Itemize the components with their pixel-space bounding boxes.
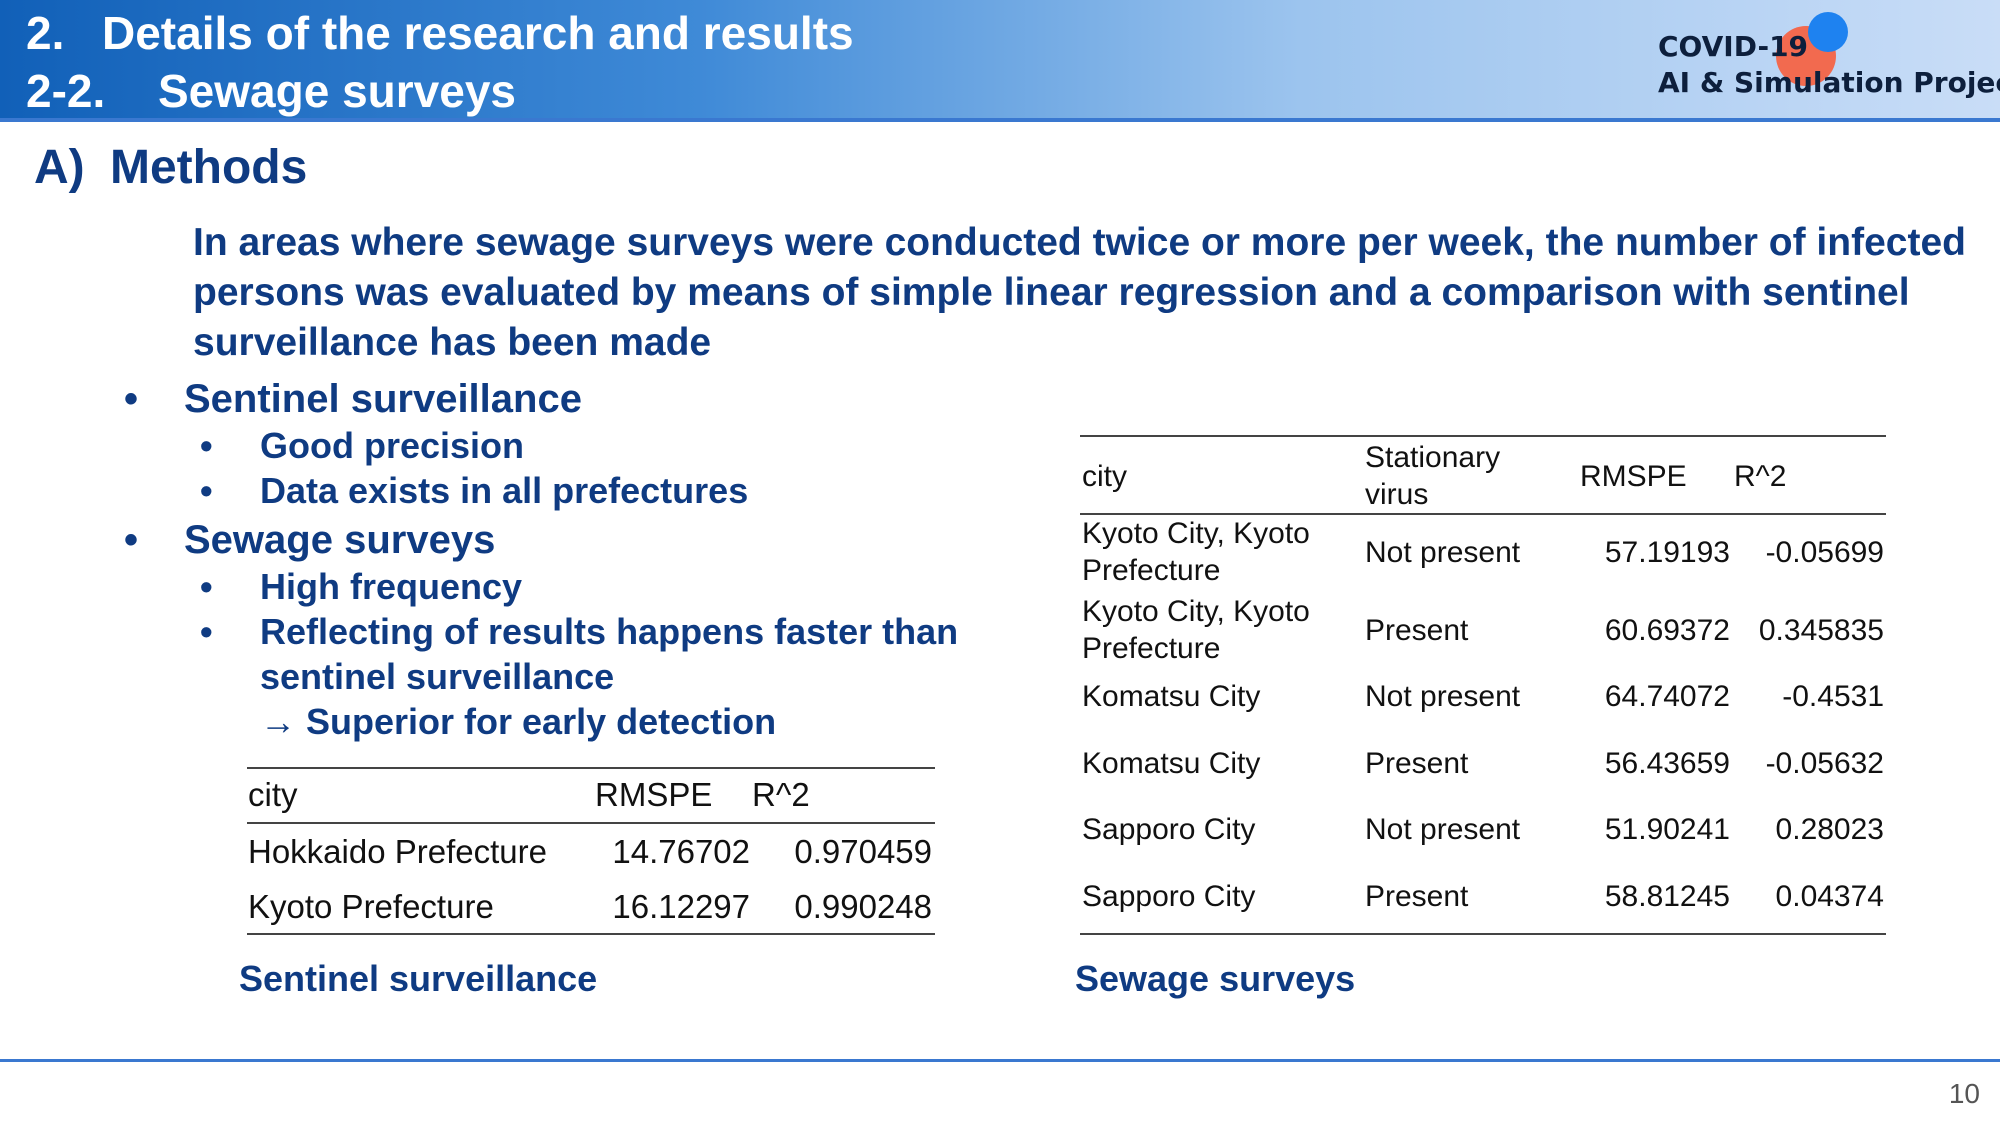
table-header-rmspe: RMSPE — [1580, 460, 1687, 493]
table-cell-r2: 0.970459 — [794, 833, 932, 870]
table-cell-city-line-2: Prefecture — [1082, 554, 1221, 587]
logo-blue-circle-icon — [1808, 12, 1848, 52]
table-header-stationary: Stationary — [1365, 441, 1501, 474]
bullet-dot: • — [200, 566, 213, 607]
bullet-text: High frequency — [260, 566, 523, 607]
intro-paragraph: In areas where sewage surveys were condu… — [193, 221, 1966, 364]
section-title: A) Methods — [34, 140, 307, 195]
table-header-city: city — [1082, 460, 1127, 493]
table-cell-rmspe: 60.69372 — [1604, 614, 1730, 647]
section-name: Methods — [110, 141, 308, 194]
bullet-text: → Superior for early detection — [260, 701, 777, 742]
table-top-rule — [1080, 435, 1886, 437]
table-cell-r2: 0.04374 — [1775, 880, 1884, 913]
bullet-text: Data exists in all prefectures — [260, 470, 749, 511]
table-cell-rmspe: 56.43659 — [1604, 747, 1730, 780]
bullet-dot: • — [200, 425, 213, 466]
table-cell-r2: 0.345835 — [1758, 614, 1884, 647]
bullet-dot: • — [124, 377, 139, 421]
table-header-city: city — [248, 776, 298, 813]
table-cell-r2: -0.4531 — [1782, 680, 1884, 713]
table-cell-rmspe: 14.76702 — [612, 833, 750, 870]
table-header-rmspe: RMSPE — [595, 776, 713, 813]
table-cell-r2: -0.05699 — [1765, 536, 1884, 569]
table-top-rule — [247, 767, 935, 769]
table-cell-city: Komatsu City — [1082, 680, 1261, 713]
table-header-r2: R^2 — [1734, 460, 1787, 493]
table-cell-city: Sapporo City — [1082, 813, 1256, 846]
bullet-dot: • — [124, 518, 139, 562]
logo-text-line-2: AI & Simulation Project — [1658, 66, 2000, 99]
header-title-line-2: 2-2. Sewage surveys — [26, 68, 516, 114]
footer-divider — [0, 1059, 2000, 1062]
bullet-text: Reflecting of results happens faster tha… — [260, 611, 959, 652]
table-bottom-rule — [1080, 933, 1886, 935]
page-number: 10 — [1948, 1078, 1980, 1109]
table-cell-city-line-2: Prefecture — [1082, 632, 1221, 665]
table-header-rule — [247, 822, 935, 824]
bullet-text: Sentinel surveillance — [184, 377, 582, 421]
header-divider — [0, 118, 2000, 122]
project-logo: COVID-19 AI & Simulation Project — [1658, 12, 2000, 106]
table-cell-city: Kyoto City, Kyoto — [1082, 517, 1310, 550]
table-cell-city: Kyoto City, Kyoto — [1082, 595, 1310, 628]
bullet-dot: • — [200, 611, 213, 652]
bullet-dot: • — [200, 470, 213, 511]
table-cell-stationary-virus: Not present — [1365, 536, 1521, 569]
table-cell-stationary-virus: Present — [1365, 614, 1469, 647]
table-cell-rmspe: 51.90241 — [1604, 813, 1730, 846]
sewage-table-caption: Sewage surveys — [1075, 958, 1356, 999]
table-cell-rmspe: 58.81245 — [1604, 880, 1730, 913]
slide-header: 2. Details of the research and results 2-… — [0, 0, 2000, 118]
table-cell-stationary-virus: Not present — [1365, 680, 1521, 713]
table-cell-city: Hokkaido Prefecture — [248, 833, 547, 870]
header-subsection-number: 2-2. — [26, 65, 106, 117]
table-bottom-rule — [247, 933, 935, 935]
table-cell-r2: 0.990248 — [794, 888, 932, 925]
table-header-virus: virus — [1365, 478, 1429, 511]
header-section-title: Details of the research and results — [102, 7, 854, 59]
table-cell-stationary-virus: Present — [1365, 880, 1469, 913]
table-cell-city: Komatsu City — [1082, 747, 1261, 780]
bullet-text: Sewage surveys — [184, 518, 496, 562]
section-letter: A) — [34, 141, 85, 194]
table-cell-r2: 0.28023 — [1775, 813, 1884, 846]
table-header-r2: R^2 — [752, 776, 810, 813]
table-cell-city: Kyoto Prefecture — [248, 888, 494, 925]
logo-text-line-1: COVID-19 — [1658, 30, 1809, 63]
table-cell-city: Sapporo City — [1082, 880, 1256, 913]
header-subsection-title: Sewage surveys — [158, 65, 517, 117]
header-title-line-1: 2. Details of the research and results — [26, 10, 854, 56]
sentinel-table-caption: Sentinel surveillance — [239, 958, 598, 999]
bullet-text: sentinel surveillance — [260, 656, 615, 697]
table-cell-rmspe: 64.74072 — [1604, 680, 1730, 713]
table-cell-rmspe: 16.12297 — [612, 888, 750, 925]
header-section-number: 2. — [26, 7, 65, 59]
table-cell-r2: -0.05632 — [1765, 747, 1884, 780]
table-cell-rmspe: 57.19193 — [1604, 536, 1730, 569]
bullet-text: Good precision — [260, 425, 525, 466]
table-cell-stationary-virus: Present — [1365, 747, 1469, 780]
table-cell-stationary-virus: Not present — [1365, 813, 1521, 846]
